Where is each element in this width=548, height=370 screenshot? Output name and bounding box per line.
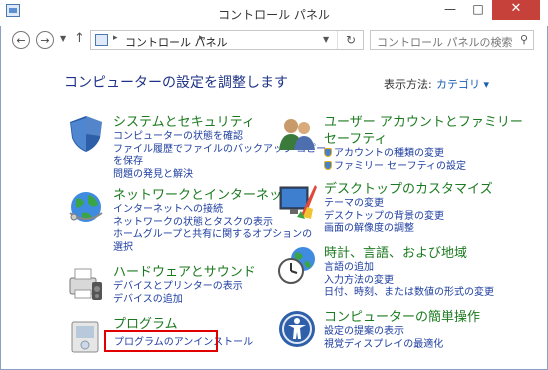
desktop-customize-icon[interactable]	[277, 181, 317, 221]
link-homegroup[interactable]: ホームグループと共有に関するオプションの	[113, 229, 312, 242]
category-title[interactable]: ネットワークとインターネット	[113, 187, 295, 204]
page-title: コンピューターの設定を調整します	[64, 75, 288, 91]
minimize-button[interactable]: —	[436, 0, 464, 20]
category-title[interactable]: 時計、言語、および地域	[324, 245, 467, 262]
recent-pages-dropdown-icon[interactable]: ▼	[60, 34, 66, 43]
category-title-cont[interactable]: セーフティ	[324, 131, 387, 148]
category-title[interactable]: ユーザー アカウントとファミリー	[324, 114, 523, 131]
ease-of-access-icon[interactable]	[277, 309, 317, 349]
uac-shield-icon	[324, 148, 332, 157]
link-optimize-display[interactable]: 視覚ディスプレイの最適化	[324, 339, 443, 352]
link-change-theme[interactable]: テーマの変更	[324, 198, 444, 211]
breadcrumb-separator-icon[interactable]: ▸	[113, 33, 118, 43]
link-add-language[interactable]: 言語の追加	[324, 262, 494, 275]
address-bar[interactable]: ▸ コントロール パネル ▸ ▼ ↻	[90, 30, 364, 50]
address-history-dropdown-icon[interactable]: ▼	[323, 35, 329, 44]
link-troubleshoot[interactable]: 問題の発見と解決	[113, 169, 326, 182]
search-icon[interactable]: ⚲	[520, 33, 528, 46]
category-links: テーマの変更 デスクトップの背景の変更 画面の解像度の調整	[324, 198, 444, 236]
clock-globe-icon[interactable]	[277, 245, 317, 285]
link-add-device[interactable]: デバイスの追加	[113, 294, 243, 307]
control-panel-icon	[95, 34, 108, 46]
refresh-icon[interactable]: ↻	[337, 31, 364, 49]
link-suggested-settings[interactable]: 設定の提案の表示	[324, 326, 443, 339]
search-input[interactable]: コントロール パネルの検索 ⚲	[370, 30, 534, 50]
breadcrumb-separator-icon[interactable]: ▸	[199, 33, 204, 43]
category-title[interactable]: コンピューターの簡単操作	[324, 309, 480, 326]
category-title[interactable]: デスクトップのカスタマイズ	[324, 181, 493, 198]
link-family-safety: ファミリー セーフティの設定	[324, 160, 466, 174]
close-button[interactable]: ✕	[492, 0, 540, 20]
link-change-account-type: アカウントの種類の変更	[324, 148, 466, 161]
maximize-button[interactable]: □	[464, 0, 492, 20]
highlight-box	[104, 330, 218, 352]
category-title[interactable]: ハードウェアとサウンド	[113, 264, 256, 281]
category-links: デバイスとプリンターの表示 デバイスの追加	[113, 281, 243, 306]
title-bar: コントロール パネル — □ ✕	[0, 0, 548, 26]
network-globe-icon[interactable]	[66, 187, 106, 227]
link-change-input[interactable]: 入力方法の変更	[324, 275, 494, 288]
uac-shield-icon	[324, 160, 332, 170]
category-title[interactable]: システムとセキュリティ	[113, 114, 255, 131]
shield-icon[interactable]	[66, 114, 106, 154]
link-change-background[interactable]: デスクトップの背景の変更	[324, 211, 444, 224]
link-change-date-format[interactable]: 日付、時刻、または数値の形式の変更	[324, 287, 494, 300]
users-icon[interactable]	[277, 114, 317, 154]
link-devices-printers[interactable]: デバイスとプリンターの表示	[113, 281, 243, 294]
printer-icon[interactable]	[66, 264, 106, 304]
back-arrow-icon[interactable]: ←	[12, 31, 30, 49]
category-links: 設定の提案の表示 視覚ディスプレイの最適化	[324, 326, 443, 351]
programs-icon[interactable]	[66, 316, 106, 356]
link-file-history-cont[interactable]: を保存	[113, 156, 326, 169]
category-links: 言語の追加 入力方法の変更 日付、時刻、または数値の形式の変更	[324, 262, 494, 300]
category-links: アカウントの種類の変更 ファミリー セーフティの設定	[324, 148, 466, 173]
navigation-bar: ← → ▼ ↑ ▸ コントロール パネル ▸ ▼ ↻ コントロール パネルの検索…	[0, 28, 548, 54]
search-placeholder: コントロール パネルの検索	[377, 36, 513, 49]
view-by-label: 表示方法:	[384, 78, 432, 91]
link-adjust-resolution[interactable]: 画面の解像度の調整	[324, 223, 444, 236]
forward-arrow-icon[interactable]: →	[36, 31, 54, 49]
breadcrumb-control-panel[interactable]: コントロール パネル	[125, 34, 228, 50]
up-arrow-icon[interactable]: ↑	[74, 31, 85, 46]
view-by-dropdown[interactable]: カテゴリ ▾	[436, 76, 489, 92]
